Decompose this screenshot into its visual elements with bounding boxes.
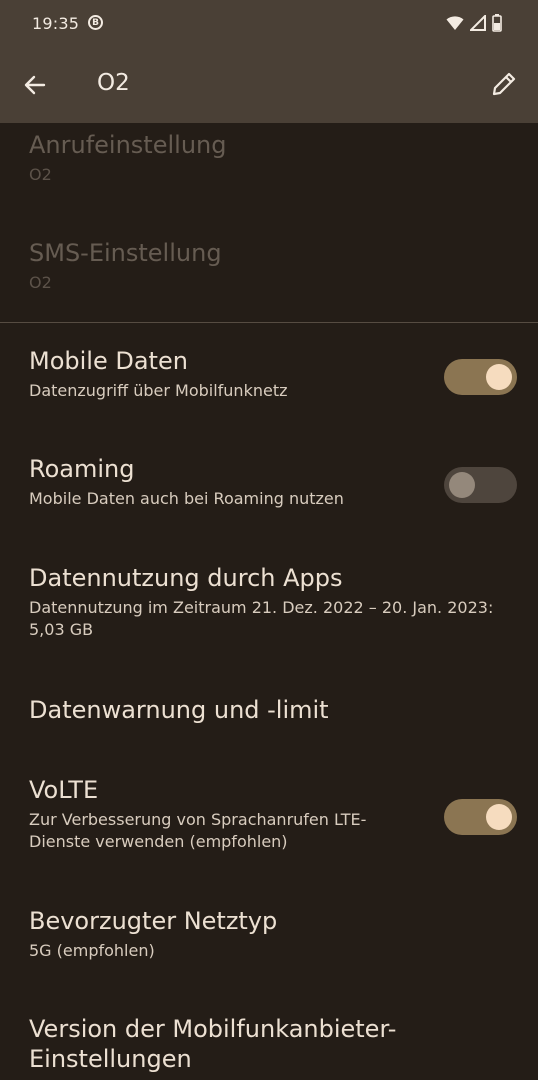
preferred-network-title: Bevorzugter Netztyp bbox=[29, 907, 278, 935]
call-setting-title: Anrufeinstellung bbox=[29, 131, 227, 159]
mobile-data-title: Mobile Daten bbox=[29, 347, 188, 375]
roaming-summary: Mobile Daten auch bei Roaming nutzen bbox=[29, 489, 344, 508]
toggle-thumb bbox=[486, 804, 512, 830]
volte-summary: Zur Verbesserung von Sprachanrufen LTE-D… bbox=[29, 810, 367, 851]
wifi-icon bbox=[446, 15, 464, 35]
b-badge-icon: B bbox=[88, 15, 103, 30]
edit-button[interactable] bbox=[488, 70, 520, 102]
volte-title: VoLTE bbox=[29, 776, 99, 804]
app-data-usage-title: Datennutzung durch Apps bbox=[29, 564, 343, 592]
preferred-network-item[interactable]: Bevorzugter Netztyp 5G (empfohlen) bbox=[29, 906, 516, 962]
toggle-thumb bbox=[486, 364, 512, 390]
roaming-toggle[interactable] bbox=[444, 467, 517, 503]
sms-setting-item: SMS-Einstellung O2 bbox=[29, 238, 516, 294]
volte-item[interactable]: VoLTE Zur Verbesserung von Sprachanrufen… bbox=[29, 775, 398, 853]
call-setting-summary: O2 bbox=[29, 165, 52, 184]
data-warning-item[interactable]: Datenwarnung und -limit bbox=[29, 695, 516, 725]
pencil-icon bbox=[491, 71, 517, 101]
app-data-usage-item[interactable]: Datennutzung durch Apps Datennutzung im … bbox=[29, 563, 516, 641]
app-data-usage-summary: Datennutzung im Zeitraum 21. Dez. 2022 –… bbox=[29, 598, 494, 639]
volte-toggle[interactable] bbox=[444, 799, 517, 835]
mobile-data-summary: Datenzugriff über Mobilfunknetz bbox=[29, 381, 288, 400]
roaming-title: Roaming bbox=[29, 455, 135, 483]
status-icons bbox=[446, 13, 502, 36]
signal-icon bbox=[468, 13, 486, 35]
status-time: 19:35 bbox=[32, 14, 80, 33]
divider bbox=[0, 322, 538, 323]
roaming-item[interactable]: Roaming Mobile Daten auch bei Roaming nu… bbox=[29, 454, 428, 510]
sms-setting-title: SMS-Einstellung bbox=[29, 239, 222, 267]
toggle-thumb bbox=[449, 472, 475, 498]
battery-icon bbox=[492, 14, 502, 36]
app-bar: O2 bbox=[0, 50, 538, 123]
carrier-settings-version-title: Version der Mobilfunkanbieter-Einstellun… bbox=[29, 1015, 397, 1073]
data-warning-title: Datenwarnung und -limit bbox=[29, 696, 329, 724]
mobile-data-item[interactable]: Mobile Daten Datenzugriff über Mobilfunk… bbox=[29, 346, 428, 402]
preferred-network-summary: 5G (empfohlen) bbox=[29, 941, 155, 960]
back-button[interactable] bbox=[20, 72, 50, 102]
carrier-settings-version-item[interactable]: Version der Mobilfunkanbieter-Einstellun… bbox=[29, 1014, 516, 1074]
page-title: O2 bbox=[97, 70, 130, 96]
arrow-left-icon bbox=[23, 73, 47, 101]
status-bar: 19:35 B bbox=[0, 0, 538, 50]
sms-setting-summary: O2 bbox=[29, 273, 52, 292]
mobile-data-toggle[interactable] bbox=[444, 359, 517, 395]
call-setting-item: Anrufeinstellung O2 bbox=[29, 130, 516, 186]
